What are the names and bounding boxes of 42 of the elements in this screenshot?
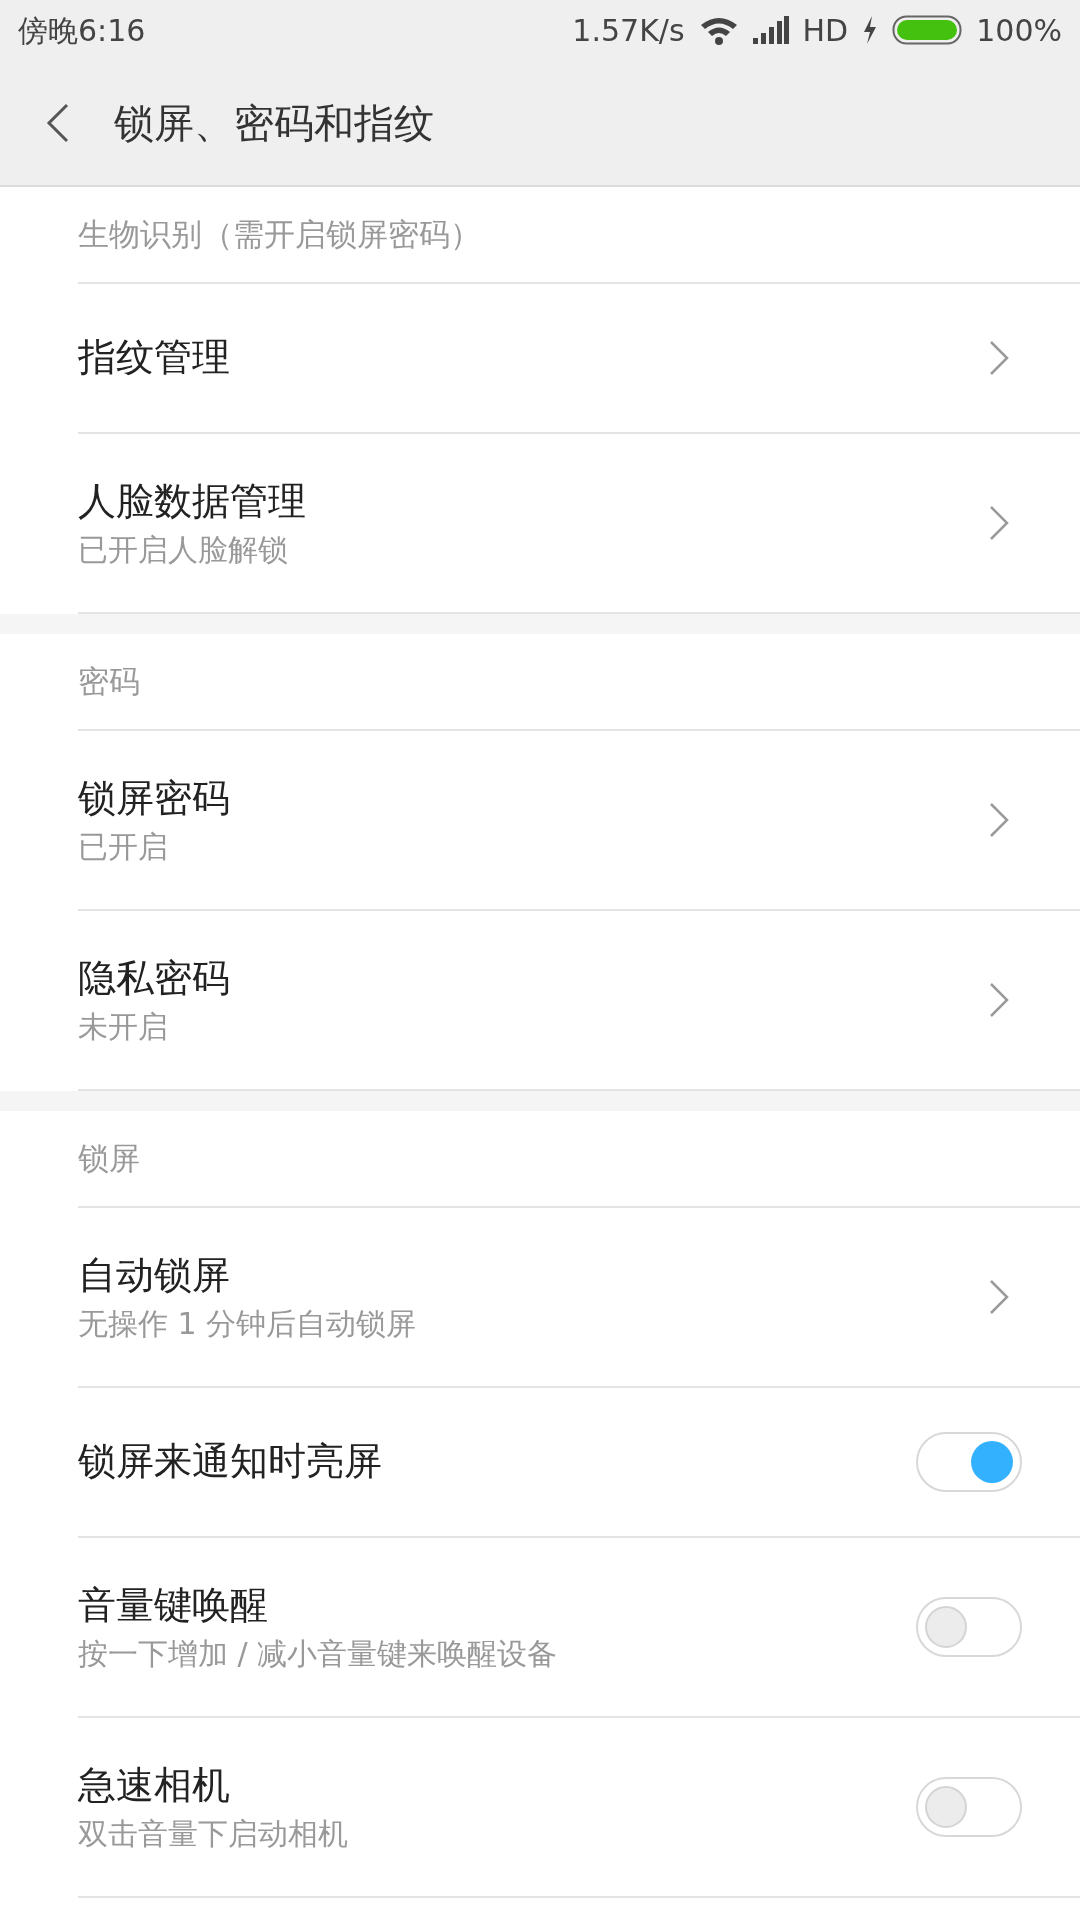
- chevron-right-icon: [988, 339, 1010, 377]
- row-title: 隐私密码: [78, 954, 231, 1002]
- settings-row[interactable]: 指纹管理: [78, 284, 1080, 434]
- settings-row[interactable]: 锁屏来通知时亮屏: [78, 1388, 1080, 1538]
- back-icon[interactable]: [46, 102, 70, 143]
- row-title: 人脸数据管理: [78, 477, 307, 525]
- charging-icon: [862, 16, 879, 44]
- section-header: 密码: [78, 662, 140, 702]
- row-title: 锁屏来通知时亮屏: [78, 1438, 383, 1486]
- toggle-switch[interactable]: [916, 1777, 1022, 1837]
- section-header: 生物识别（需开启锁屏密码）: [78, 215, 481, 255]
- settings-row[interactable]: 人脸数据管理 已开启人脸解锁: [78, 434, 1080, 614]
- chevron-right-icon: [988, 801, 1010, 839]
- row-subtitle: 已开启人脸解锁: [78, 531, 289, 569]
- settings-row[interactable]: 急速相机 双击音量下启动相机: [78, 1718, 1080, 1898]
- row-subtitle: 已开启: [78, 828, 169, 866]
- row-title: 指纹管理: [78, 334, 231, 382]
- section-header: 锁屏: [78, 1139, 140, 1179]
- battery-percent: 100%: [976, 11, 1062, 50]
- row-subtitle: 按一下增加 / 减小音量键来唤醒设备: [78, 1635, 559, 1673]
- row-subtitle: 未开启: [78, 1008, 169, 1046]
- chevron-right-icon: [988, 1278, 1010, 1316]
- chevron-right-icon: [988, 504, 1010, 542]
- battery-icon: [892, 15, 963, 45]
- row-subtitle: 双击音量下启动相机: [78, 1815, 349, 1853]
- network-speed: 1.57K/s: [572, 11, 685, 50]
- network-type: HD: [802, 11, 849, 50]
- row-title: 自动锁屏: [78, 1251, 231, 1299]
- page-title: 锁屏、密码和指纹: [114, 98, 434, 148]
- settings-row[interactable]: 自动锁屏 无操作 1 分钟后自动锁屏: [78, 1208, 1080, 1388]
- settings-row[interactable]: 音量键唤醒 按一下增加 / 减小音量键来唤醒设备: [78, 1538, 1080, 1718]
- row-title: 锁屏密码: [78, 774, 231, 822]
- toggle-switch[interactable]: [916, 1597, 1022, 1657]
- settings-row[interactable]: 锁屏密码 已开启: [78, 731, 1080, 911]
- settings-row[interactable]: 隐私密码 未开启: [78, 911, 1080, 1091]
- row-title: 音量键唤醒: [78, 1581, 269, 1629]
- toggle-switch[interactable]: [916, 1432, 1022, 1492]
- signal-icon: [752, 16, 789, 44]
- row-title: 急速相机: [78, 1761, 231, 1809]
- status-time: 傍晚6:16: [18, 11, 146, 50]
- row-subtitle: 无操作 1 分钟后自动锁屏: [78, 1305, 418, 1343]
- chevron-right-icon: [988, 981, 1010, 1019]
